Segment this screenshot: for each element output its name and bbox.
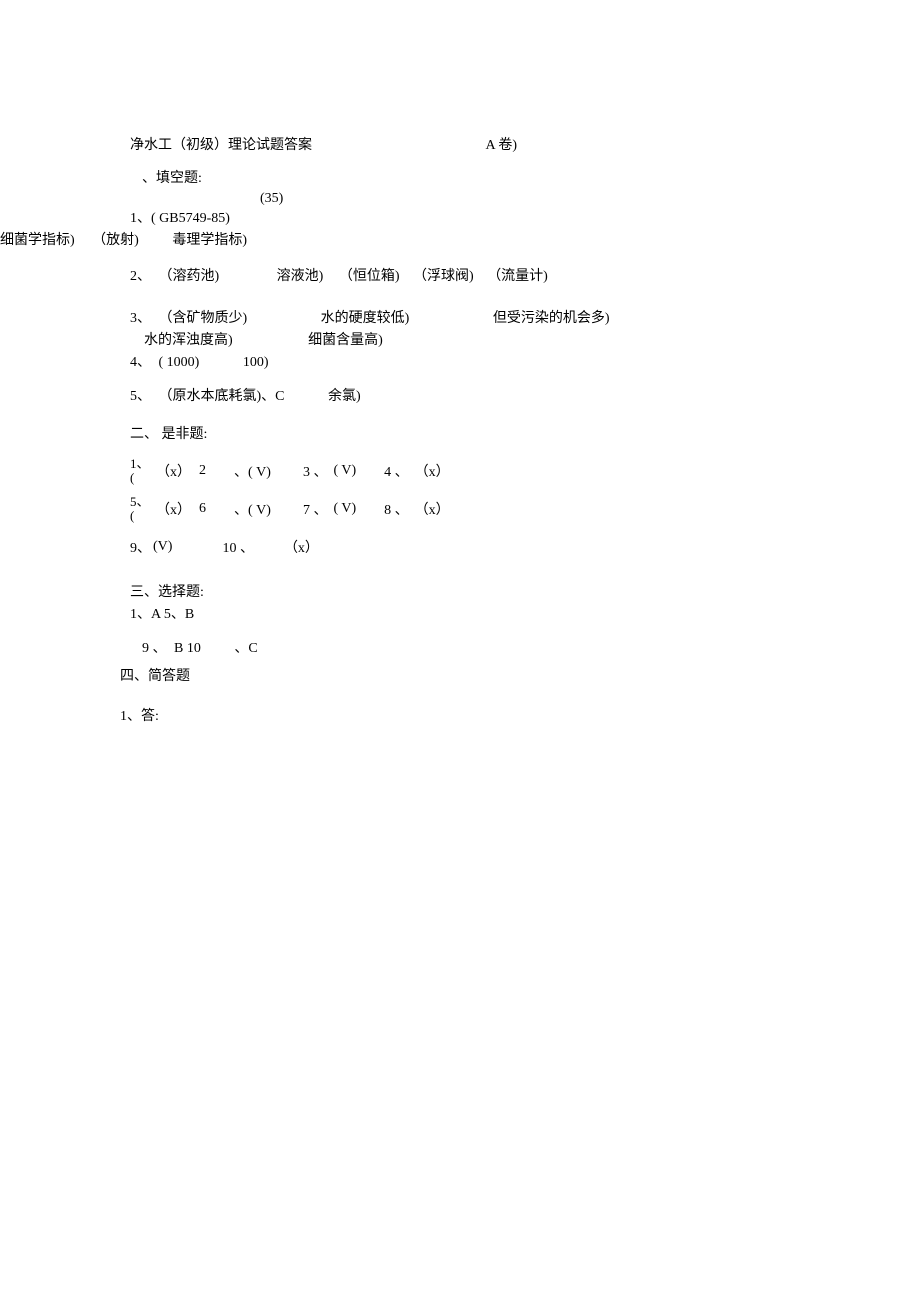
tf-r3-n2: 10 、 (222, 537, 254, 557)
answer-1: 1、答: (120, 705, 830, 725)
tf-r2-a4: （x） (415, 499, 450, 519)
doc-title-left: 净水工（初级）理论试题答案 (130, 135, 312, 157)
tf-r1-a2: 、( V) (234, 461, 271, 481)
tf-r1-num1: 1、( (130, 457, 150, 486)
section1-heading: 、填空题: (142, 167, 830, 187)
section3-line3-c: 、C (234, 641, 257, 656)
q5-a: （原水本底耗氯)、C (159, 389, 285, 404)
q3-num: 3、 (130, 311, 151, 326)
q3-b: 水的硬度较低) (321, 311, 410, 326)
q2-d: （浮球阀) (413, 269, 474, 284)
q4-num: 4、 (130, 355, 151, 370)
q1-sub-a: 细菌学指标) (0, 233, 75, 248)
q2-num: 2、 (130, 269, 151, 284)
tf-r1-a1: （x） (156, 461, 191, 481)
q2-e: （流量计) (487, 269, 548, 284)
section3-heading: 三、选择题: (130, 581, 830, 601)
tf-r1-n3: 3 、 (303, 461, 328, 481)
tf-r3-a1: (V) (153, 539, 172, 555)
tf-r2-n3: 7 、 (303, 499, 328, 519)
q3b-b: 细菌含量高) (308, 333, 383, 348)
tf-r2-num1: 5、( (130, 495, 150, 524)
q5-num: 5、 (130, 389, 151, 404)
tf-r1-n2: 2 (199, 463, 206, 479)
q2-a: （溶药池) (159, 269, 220, 284)
q4-a: ( 1000) (159, 355, 200, 370)
q3-a: （含矿物质少) (159, 311, 248, 326)
tf-r2-a3: ( V) (333, 501, 356, 517)
tf-r1-a3: ( V) (333, 463, 356, 479)
q4-b: 100) (243, 355, 269, 370)
tf-r3-n1: 9、 (130, 537, 151, 557)
tf-r2-a2: 、( V) (234, 499, 271, 519)
section3-line2: 1、A 5、B (130, 603, 830, 623)
section2-heading: 二、 是非题: (130, 423, 830, 443)
q1-sub-b: （放射) (92, 233, 139, 248)
section3-line3-a: 9 、 (142, 641, 167, 656)
tf-r1-a4: （x） (415, 461, 450, 481)
tf-r3-a2: （x） (284, 537, 319, 557)
q1-sub-c: 毒理学指标) (172, 233, 247, 248)
q3-c: 但受污染的机会多) (493, 311, 610, 326)
q2-c: （恒位箱) (339, 269, 400, 284)
q5-b: 余氯) (328, 389, 361, 404)
doc-title-right: A 卷) (486, 135, 518, 157)
q2-b: 溶液池) (277, 269, 324, 284)
tf-r1-n4: 4 、 (384, 461, 409, 481)
section4-heading: 四、简答题 (120, 665, 830, 685)
tf-r2-n4: 8 、 (384, 499, 409, 519)
q3b-a: 水的浑浊度高) (144, 333, 233, 348)
q1-text: 1、( GB5749-85) (130, 207, 830, 227)
section3-line3-b: B 10 (174, 641, 201, 656)
tf-r2-n2: 6 (199, 501, 206, 517)
tf-r2-a1: （x） (156, 499, 191, 519)
section1-score: (35) (260, 191, 830, 207)
